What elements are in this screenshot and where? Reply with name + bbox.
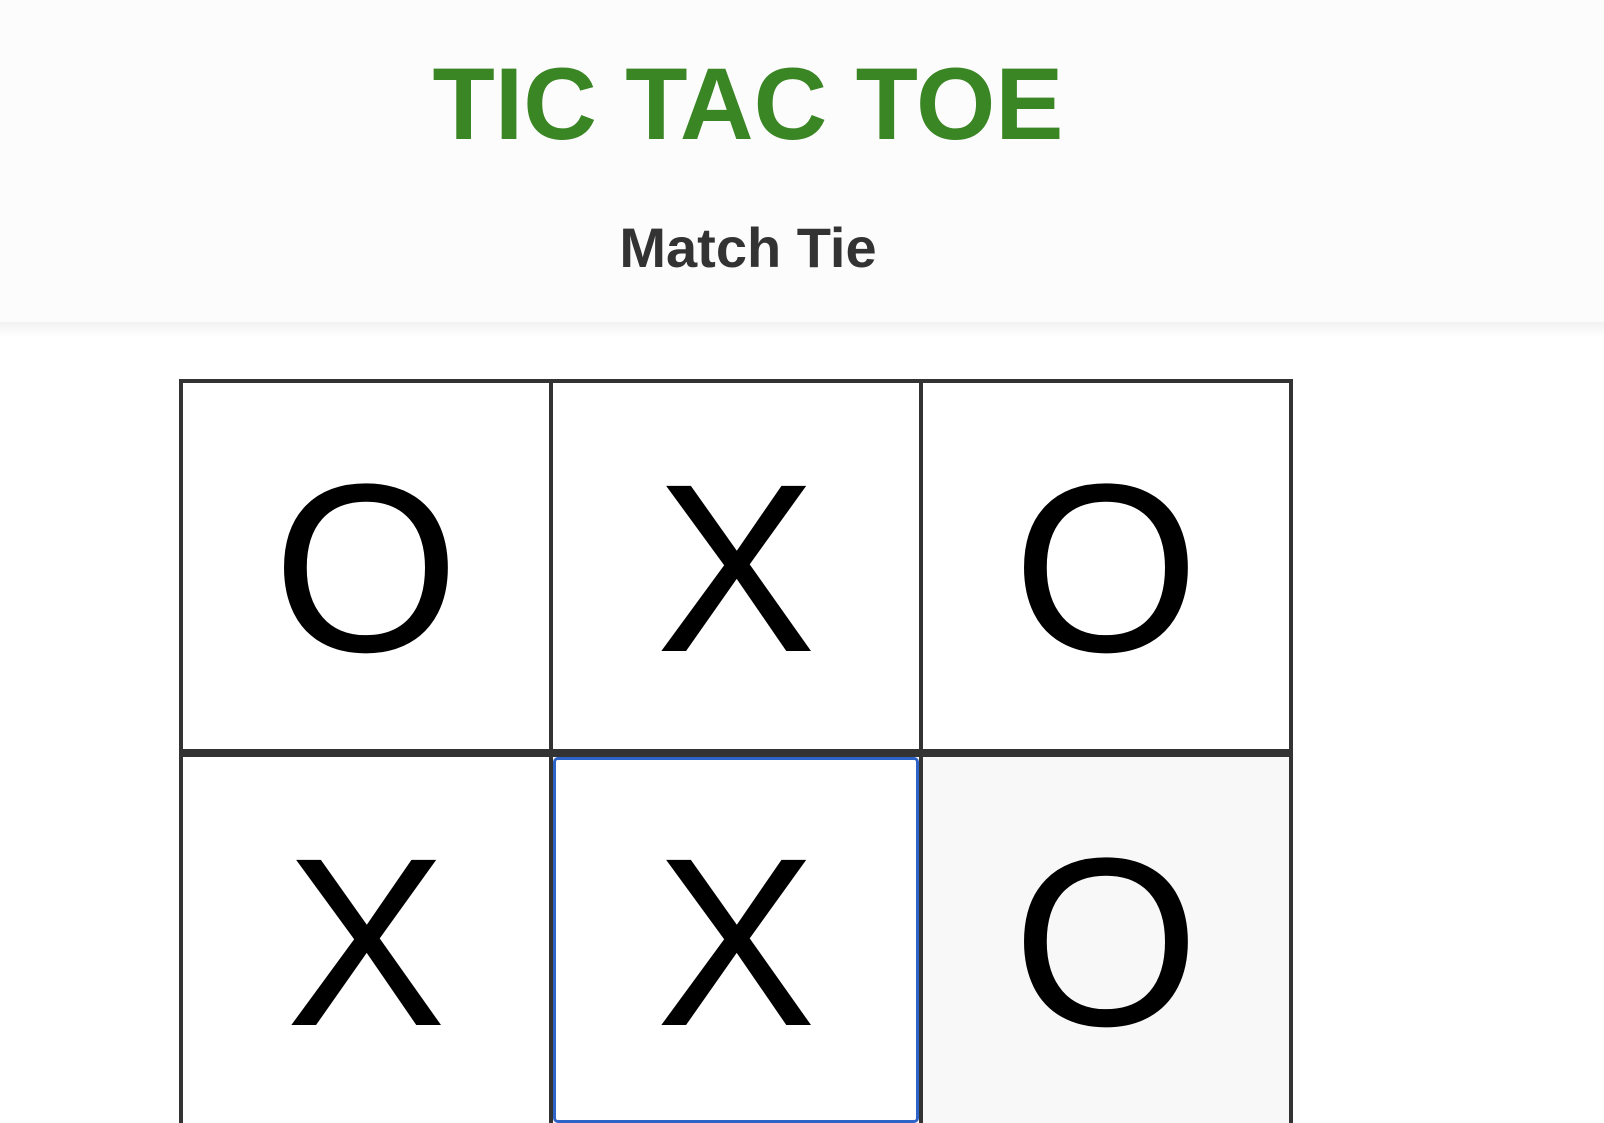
cell-mark: X bbox=[655, 434, 817, 702]
match-status: Match Tie bbox=[619, 216, 877, 279]
cell-mark: X bbox=[655, 808, 817, 1076]
board-cell[interactable]: X bbox=[549, 379, 923, 753]
board-cell[interactable]: X bbox=[179, 753, 553, 1123]
header-divider bbox=[0, 322, 1604, 338]
cell-mark: X bbox=[285, 808, 447, 1076]
header: TIC TAC TOE Match Tie bbox=[0, 0, 1604, 330]
game-title: TIC TAC TOE bbox=[432, 47, 1064, 161]
board-cell-focused[interactable]: X bbox=[549, 753, 923, 1123]
board-cell[interactable]: O bbox=[179, 379, 553, 753]
board-cell-hovered[interactable]: O bbox=[919, 753, 1293, 1123]
cell-mark: O bbox=[272, 434, 460, 702]
board-cell[interactable]: O bbox=[919, 379, 1293, 753]
game-page: TIC TAC TOE Match Tie O X O X X O bbox=[0, 0, 1604, 1123]
cell-mark: O bbox=[1012, 808, 1200, 1076]
cell-mark: O bbox=[1012, 434, 1200, 702]
